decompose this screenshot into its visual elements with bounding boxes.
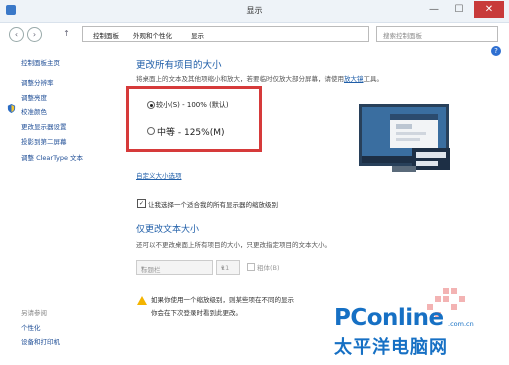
minimize-button[interactable]: — (423, 1, 445, 18)
text-size-heading: 仅更改文本大小 (136, 225, 200, 235)
radio-smaller[interactable] (147, 101, 155, 109)
see-also-heading: 另请参阅 (21, 309, 47, 317)
search-input[interactable]: 搜索控制面板 (376, 26, 498, 42)
see-also-personalization[interactable]: 个性化 (21, 322, 41, 332)
warning-line-1: 如果你使用一个缩放级别，则某些项在不同的显示 (151, 296, 294, 304)
sidebar-item-second-screen[interactable]: 投影到第二屏幕 (21, 136, 67, 146)
see-also-devices-printers[interactable]: 设备和打印机 (21, 336, 60, 346)
watermark-brand: PConline (334, 305, 444, 331)
chevron-down-icon: ▾ (221, 264, 225, 272)
search-placeholder: 搜索控制面板 (383, 32, 422, 40)
item-select[interactable]: 标题栏 ▾ (136, 260, 213, 275)
bold-checkbox[interactable] (247, 263, 255, 271)
close-button[interactable]: ✕ (474, 1, 504, 18)
breadcrumb-control-panel[interactable]: 控制面板 (93, 30, 119, 40)
up-button[interactable]: ↑ (60, 27, 73, 40)
watermark-chinese: 太平洋电脑网 (334, 337, 448, 358)
title-bar: 显示 — ☐ ✕ (0, 0, 509, 23)
text-size-description: 还可以不更改桌面上所有项目的大小，只更改指定项目的文本大小。 (136, 241, 331, 249)
sidebar-item-resolution[interactable]: 调整分辨率 (21, 77, 54, 87)
back-button[interactable]: ‹ (9, 27, 24, 42)
sidebar-item-cleartype[interactable]: 调整 ClearType 文本 (21, 152, 83, 162)
size-select[interactable]: 11 ▾ (216, 260, 240, 275)
breadcrumb-display[interactable]: 显示 (191, 30, 204, 40)
description-tail: 工具。 (363, 75, 384, 83)
shield-icon (7, 104, 16, 113)
description-text: 将桌面上的文本及其他项缩小和放大，若要临时仅放大部分屏幕，请使用 (136, 75, 344, 83)
address-bar[interactable]: 控制面板 外观和个性化 显示 (82, 26, 369, 42)
breadcrumb-appearance[interactable]: 外观和个性化 (133, 30, 172, 40)
option-smaller-label[interactable]: 较小(S) - 100% (默认) (156, 100, 229, 110)
display-preview-image (359, 104, 450, 172)
warning-icon (137, 296, 147, 305)
warning-line-2: 你会在下次登录时看到此更改。 (151, 309, 242, 317)
pconline-watermark: PConline .com.cn 太平洋电脑网 (330, 303, 500, 361)
navigation-bar: ‹ › ↑ 控制面板 外观和个性化 显示 搜索控制面板 (0, 24, 509, 44)
sidebar-item-brightness[interactable]: 调整亮度 (21, 92, 47, 102)
page-title: 更改所有项目的大小 (136, 60, 222, 71)
chevron-down-icon: ▾ (141, 264, 145, 272)
watermark-domain: .com.cn (448, 320, 474, 328)
bold-checkbox-label[interactable]: 粗体(B) (257, 262, 280, 272)
page-description: 将桌面上的文本及其他项缩小和放大，若要临时仅放大部分屏幕，请使用放大镜工具。 (136, 73, 383, 83)
option-medium-label[interactable]: 中等 - 125%(M) (157, 125, 225, 138)
forward-button[interactable]: › (27, 27, 42, 42)
sidebar-item-home[interactable]: 控制面板主页 (21, 57, 60, 67)
sidebar-item-calibrate-color[interactable]: 校准颜色 (21, 106, 47, 116)
warning-text: 如果你使用一个缩放级别，则某些项在不同的显示 你会在下次登录时看到此更改。 (151, 294, 294, 320)
magnifier-link[interactable]: 放大镜 (344, 75, 364, 83)
maximize-button[interactable]: ☐ (448, 1, 470, 18)
radio-medium[interactable] (147, 127, 155, 135)
sidebar-item-display-settings[interactable]: 更改显示器设置 (21, 121, 67, 131)
highlight-box (126, 86, 262, 152)
scaling-checkbox-label[interactable]: 让我选择一个适合我的所有显示器的缩放级别 (148, 199, 278, 209)
custom-size-link[interactable]: 自定义大小选项 (136, 170, 182, 180)
help-icon[interactable]: ? (491, 46, 501, 56)
scaling-checkbox[interactable]: ✓ (137, 199, 146, 208)
